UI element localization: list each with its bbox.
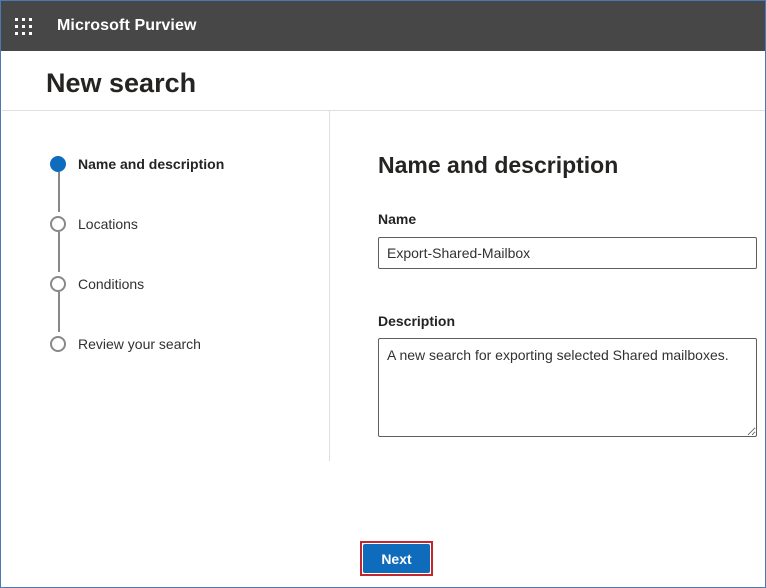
waffle-icon[interactable]	[15, 18, 32, 35]
step-pending-indicator-icon	[50, 336, 66, 352]
app-title[interactable]: Microsoft Purview	[57, 17, 197, 35]
section-title: Name and description	[378, 152, 619, 178]
description-label: Description	[378, 313, 456, 329]
app-window: Microsoft Purview New search Name and de…	[0, 0, 766, 588]
page-title: New search	[46, 68, 197, 98]
top-bar: Microsoft Purview	[1, 1, 765, 51]
name-label: Name	[378, 211, 417, 227]
name-input[interactable]	[378, 237, 757, 269]
step-connector	[58, 172, 60, 212]
step-pending-indicator-icon	[50, 276, 66, 292]
next-button-highlight: Next	[360, 541, 433, 576]
description-textarea[interactable]: A new search for exporting selected Shar…	[378, 338, 757, 437]
step-label: Conditions	[78, 276, 145, 292]
step-label: Locations	[78, 216, 138, 232]
step-current-indicator-icon	[50, 156, 66, 172]
step-label: Name and description	[78, 156, 225, 172]
step-label: Review your search	[78, 336, 201, 352]
step-name-and-description[interactable]: Name and description	[50, 155, 224, 173]
step-pending-indicator-icon	[50, 216, 66, 232]
step-locations[interactable]: Locations	[50, 215, 138, 233]
title-divider	[2, 110, 765, 111]
step-review-your-search[interactable]: Review your search	[50, 335, 201, 353]
next-button[interactable]: Next	[363, 544, 430, 573]
step-conditions[interactable]: Conditions	[50, 275, 144, 293]
step-connector	[58, 292, 60, 332]
panel-divider	[329, 111, 330, 461]
step-connector	[58, 232, 60, 272]
